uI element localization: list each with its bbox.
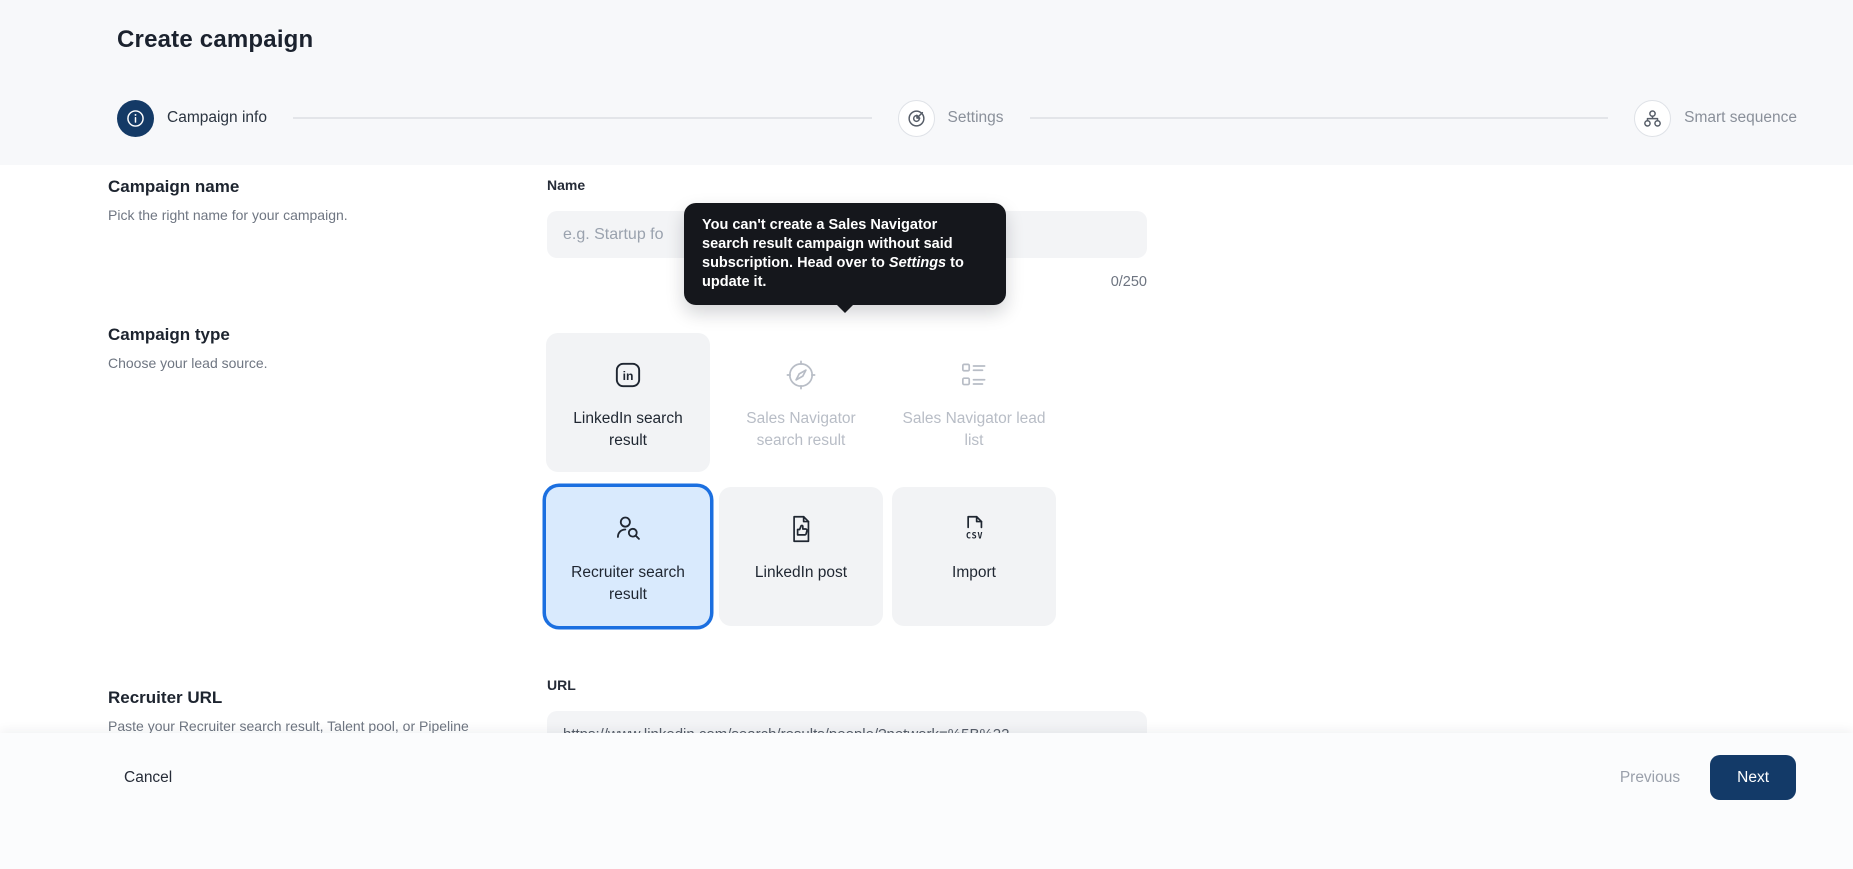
- topbar: Create campaign Campaign info: [0, 0, 1853, 165]
- card-label: LinkedIn post: [747, 562, 855, 584]
- next-button[interactable]: Next: [1710, 755, 1796, 800]
- previous-button[interactable]: Previous: [1620, 769, 1680, 787]
- footer-actions: Cancel Previous Next: [124, 755, 1796, 800]
- card-label: Sales Navigator search result: [719, 408, 883, 451]
- step-smart-sequence[interactable]: Smart sequence: [1634, 100, 1797, 137]
- step-label-campaign-info: Campaign info: [167, 109, 267, 127]
- stepper-connector: [1030, 117, 1609, 119]
- step-campaign-info[interactable]: Campaign info: [117, 100, 267, 137]
- user-search-icon: [611, 509, 645, 549]
- svg-text:in: in: [623, 369, 634, 383]
- campaign-type-description: Choose your lead source.: [108, 354, 508, 373]
- stepper-connector: [293, 117, 872, 119]
- page-title: Create campaign: [117, 26, 313, 54]
- campaign-type-grid: in LinkedIn search result Sales Navigato…: [546, 333, 1146, 626]
- card-linkedin-search-result[interactable]: in LinkedIn search result: [546, 333, 710, 472]
- card-label: LinkedIn search result: [546, 408, 710, 451]
- post-thumb-icon: [784, 509, 818, 549]
- card-label: Recruiter search result: [546, 562, 710, 605]
- tooltip-arrow: [837, 305, 853, 313]
- card-label: Import: [944, 562, 1004, 584]
- create-campaign-page: Create campaign Campaign info: [0, 0, 1853, 869]
- url-field-label: URL: [547, 677, 576, 693]
- lead-list-icon: [957, 355, 991, 395]
- card-label: Sales Navigator lead list: [892, 408, 1056, 451]
- linkedin-icon: in: [611, 355, 645, 395]
- tooltip-text-italic: Settings: [889, 255, 946, 271]
- cancel-button[interactable]: Cancel: [124, 769, 172, 787]
- name-field-label: Name: [547, 177, 585, 193]
- campaign-type-section-header: Campaign type Choose your lead source.: [108, 325, 508, 373]
- card-sales-navigator-search-result: Sales Navigator search result: [719, 333, 883, 472]
- sequence-icon: [1634, 100, 1671, 137]
- campaign-name-title: Campaign name: [108, 177, 508, 197]
- card-import[interactable]: CSV Import: [892, 487, 1056, 626]
- step-label-smart-sequence: Smart sequence: [1684, 109, 1797, 127]
- csv-file-icon: CSV: [957, 509, 991, 549]
- campaign-name-description: Pick the right name for your campaign.: [108, 206, 508, 225]
- svg-text:CSV: CSV: [966, 532, 983, 542]
- card-sales-navigator-lead-list: Sales Navigator lead list: [892, 333, 1056, 472]
- footer-right-group: Previous Next: [1620, 755, 1796, 800]
- info-icon: [117, 100, 154, 137]
- card-linkedin-post[interactable]: LinkedIn post: [719, 487, 883, 626]
- step-label-settings: Settings: [948, 109, 1004, 127]
- subscription-tooltip: You can't create a Sales Navigator searc…: [684, 203, 1006, 305]
- target-icon: [898, 100, 935, 137]
- stepper: Campaign info Settings: [117, 99, 1797, 137]
- step-settings[interactable]: Settings: [898, 100, 1004, 137]
- compass-icon: [784, 355, 818, 395]
- card-recruiter-search-result[interactable]: Recruiter search result: [546, 487, 710, 626]
- recruiter-url-title: Recruiter URL: [108, 688, 498, 708]
- campaign-type-title: Campaign type: [108, 325, 508, 345]
- campaign-name-section-header: Campaign name Pick the right name for yo…: [108, 177, 508, 225]
- footer: Cancel Previous Next: [0, 733, 1853, 869]
